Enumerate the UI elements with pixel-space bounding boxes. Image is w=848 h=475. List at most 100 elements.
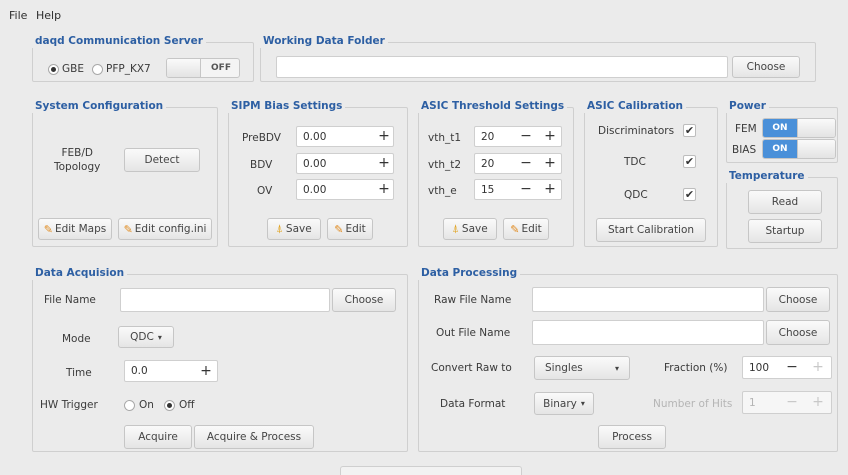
fraction-value: 100 [749, 361, 770, 374]
detect-button[interactable]: Detect [124, 148, 200, 172]
out-file-name-input[interactable] [532, 320, 764, 345]
system-config-title: System Configuration [32, 99, 167, 113]
radio-pfp-label: PFP_KX7 [106, 63, 151, 75]
asic-threshold-title: ASIC Threshold Settings [418, 99, 568, 113]
acq-file-name-input[interactable] [120, 288, 330, 312]
working-folder-title: Working Data Folder [260, 34, 388, 48]
time-value: 0.0 [131, 365, 148, 377]
data-acquisition-title: Data Acquision [32, 266, 128, 280]
acquire-process-button[interactable]: Acquire & Process [194, 425, 314, 449]
hits-minus-button[interactable]: − [784, 394, 800, 410]
edit-maps-button[interactable]: ✎ Edit Maps [38, 218, 112, 240]
switch-knob [797, 119, 835, 137]
sipm-ov-label: OV [257, 185, 273, 197]
chevron-down-icon: ▾ [580, 399, 585, 408]
edit-icon: ✎ [334, 222, 344, 236]
convert-raw-label: Convert Raw to [431, 362, 512, 374]
menu-file[interactable]: File [9, 9, 27, 22]
raw-file-name-input[interactable] [532, 287, 764, 312]
acq-choose-button[interactable]: Choose [332, 288, 396, 312]
sipm-bdv-value: 0.00 [303, 157, 327, 170]
fraction-minus-button[interactable]: − [784, 359, 800, 375]
temperature-title: Temperature [726, 169, 808, 183]
mode-dropdown[interactable]: QDC ▾ [118, 326, 174, 348]
hw-trigger-on-radio[interactable] [124, 400, 135, 411]
daqd-switch[interactable]: OFF [166, 58, 240, 78]
sipm-bias-title: SIPM Bias Settings [228, 99, 346, 113]
sipm-edit-button[interactable]: ✎ Edit [327, 218, 373, 240]
vth-t2-plus-button[interactable]: + [542, 155, 558, 171]
mode-value: QDC [130, 331, 154, 343]
fem-label: FEM [735, 123, 757, 135]
edit-icon: ✎ [510, 222, 520, 236]
save-icon: ⍋ [452, 222, 459, 235]
vth-e-plus-button[interactable]: + [542, 181, 558, 197]
chevron-down-icon: ▾ [614, 363, 619, 373]
power-title: Power [726, 99, 769, 113]
data-format-label: Data Format [440, 398, 506, 410]
discriminators-label: Discriminators [598, 125, 675, 137]
hits-plus-button[interactable]: + [810, 394, 826, 410]
edit-config-label: Edit config.ini [134, 223, 207, 235]
fraction-label: Fraction (%) [664, 362, 728, 374]
edit-icon: ✎ [43, 222, 53, 236]
number-of-hits-value: 1 [749, 396, 756, 409]
start-calibration-button[interactable]: Start Calibration [596, 218, 706, 242]
bottom-handle[interactable] [340, 466, 522, 475]
vth-e-label: vth_e [428, 185, 457, 197]
time-label: Time [66, 367, 92, 379]
temperature-startup-button[interactable]: Startup [748, 219, 822, 243]
fem-state: ON [763, 119, 797, 137]
qdc-checkbox[interactable]: ✔ [683, 188, 696, 201]
discriminators-checkbox[interactable]: ✔ [683, 124, 696, 137]
sipm-ov-value: 0.00 [303, 183, 327, 196]
fem-switch[interactable]: ON [762, 118, 836, 138]
menu-help[interactable]: Help [36, 9, 61, 22]
radio-gbe-label: GBE [62, 63, 84, 75]
save-icon: ⍋ [276, 222, 283, 235]
radio-gbe[interactable] [48, 64, 59, 75]
radio-pfp[interactable] [92, 64, 103, 75]
out-choose-button[interactable]: Choose [766, 320, 830, 345]
temperature-read-button[interactable]: Read [748, 190, 822, 214]
sipm-bdv-plus-button[interactable]: + [376, 155, 392, 171]
sipm-save-button[interactable]: ⍋ Save [267, 218, 321, 240]
sipm-ov-plus-button[interactable]: + [376, 181, 392, 197]
qdc-label: QDC [624, 189, 648, 201]
vth-e-value: 15 [481, 183, 495, 196]
number-of-hits-label: Number of Hits [653, 398, 733, 410]
fraction-plus-button[interactable]: + [810, 359, 826, 375]
bias-state: ON [763, 140, 797, 158]
vth-t1-plus-button[interactable]: + [542, 128, 558, 144]
tdc-checkbox[interactable]: ✔ [683, 155, 696, 168]
working-folder-choose-button[interactable]: Choose [732, 56, 800, 78]
time-plus-button[interactable]: + [198, 363, 214, 379]
mode-label: Mode [62, 333, 91, 345]
vth-t2-minus-button[interactable]: − [518, 155, 534, 171]
switch-knob [167, 59, 201, 77]
sipm-prebdv-plus-button[interactable]: + [376, 128, 392, 144]
hw-trigger-off-radio[interactable] [164, 400, 175, 411]
asic-save-button[interactable]: ⍋ Save [443, 218, 497, 240]
vth-t1-minus-button[interactable]: − [518, 128, 534, 144]
vth-t1-value: 20 [481, 130, 495, 143]
vth-t1-label: vth_t1 [428, 132, 462, 144]
process-button[interactable]: Process [598, 425, 666, 449]
asic-edit-button[interactable]: ✎ Edit [503, 218, 549, 240]
topology-label: FEB/D Topology [54, 147, 101, 173]
data-format-dropdown[interactable]: Binary ▾ [534, 392, 594, 415]
convert-raw-dropdown[interactable]: Singles ▾ [534, 356, 630, 380]
hw-trigger-off-label: Off [179, 399, 195, 411]
switch-knob [797, 140, 835, 158]
daqd-switch-label: OFF [211, 63, 231, 73]
convert-raw-value: Singles [545, 362, 583, 374]
hw-trigger-label: HW Trigger [40, 399, 98, 411]
raw-file-name-label: Raw File Name [434, 294, 512, 306]
raw-choose-button[interactable]: Choose [766, 287, 830, 312]
edit-config-button[interactable]: ✎ Edit config.ini [118, 218, 212, 240]
bias-switch[interactable]: ON [762, 139, 836, 159]
acquire-button[interactable]: Acquire [124, 425, 192, 449]
vth-e-minus-button[interactable]: − [518, 181, 534, 197]
working-folder-input[interactable] [276, 56, 728, 78]
chevron-down-icon: ▾ [157, 332, 162, 342]
